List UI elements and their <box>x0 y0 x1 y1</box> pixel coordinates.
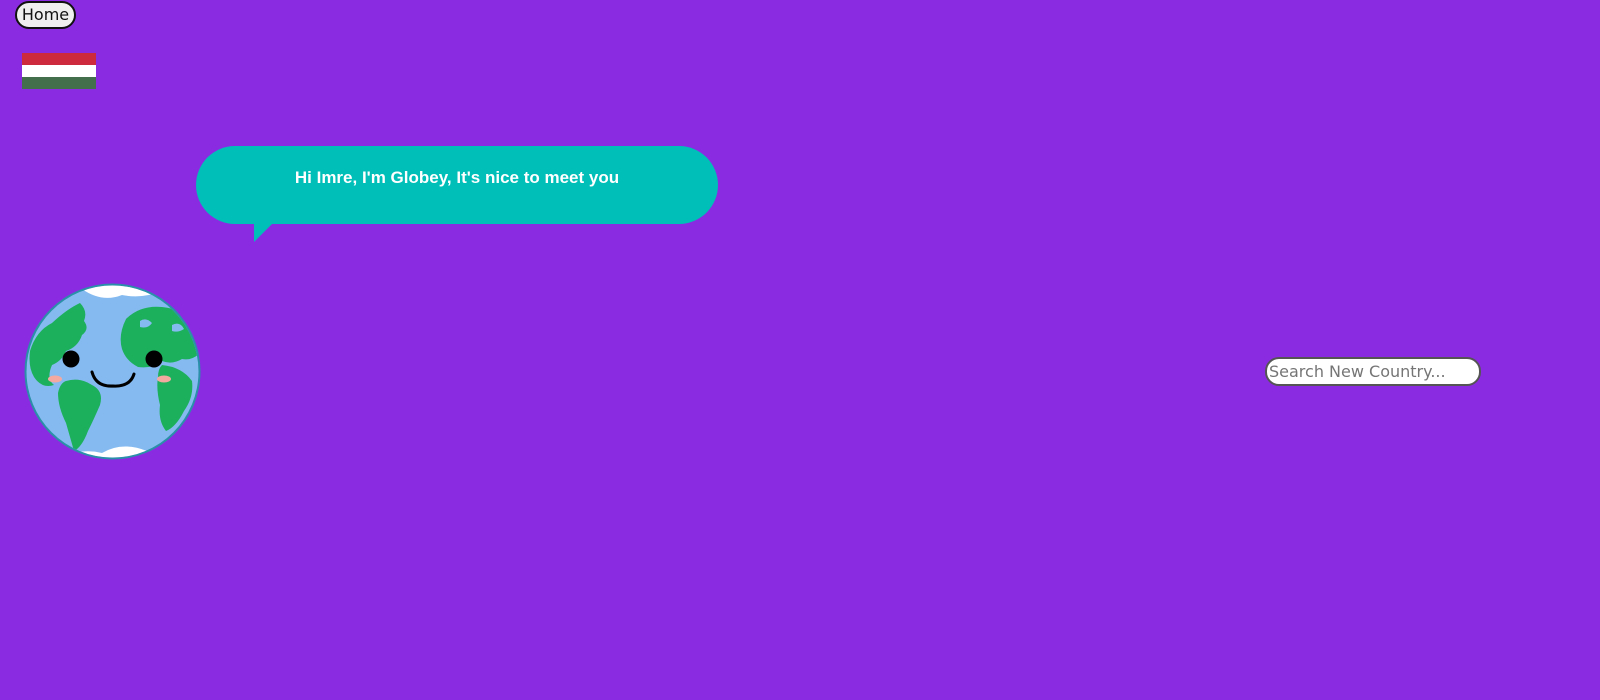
flag-stripe-white <box>22 65 96 77</box>
country-search-input[interactable] <box>1265 357 1481 386</box>
flag-stripe-red <box>22 53 96 65</box>
globe-mascot-icon <box>24 283 201 460</box>
home-button[interactable]: Home <box>15 1 76 29</box>
speech-bubble-text: Hi Imre, I'm Globey, It's nice to meet y… <box>294 168 620 187</box>
flag-stripe-green <box>22 77 96 89</box>
speech-bubble-tail <box>254 222 274 242</box>
speech-bubble: Hi Imre, I'm Globey, It's nice to meet y… <box>196 146 718 242</box>
hungary-flag-icon <box>22 53 96 89</box>
